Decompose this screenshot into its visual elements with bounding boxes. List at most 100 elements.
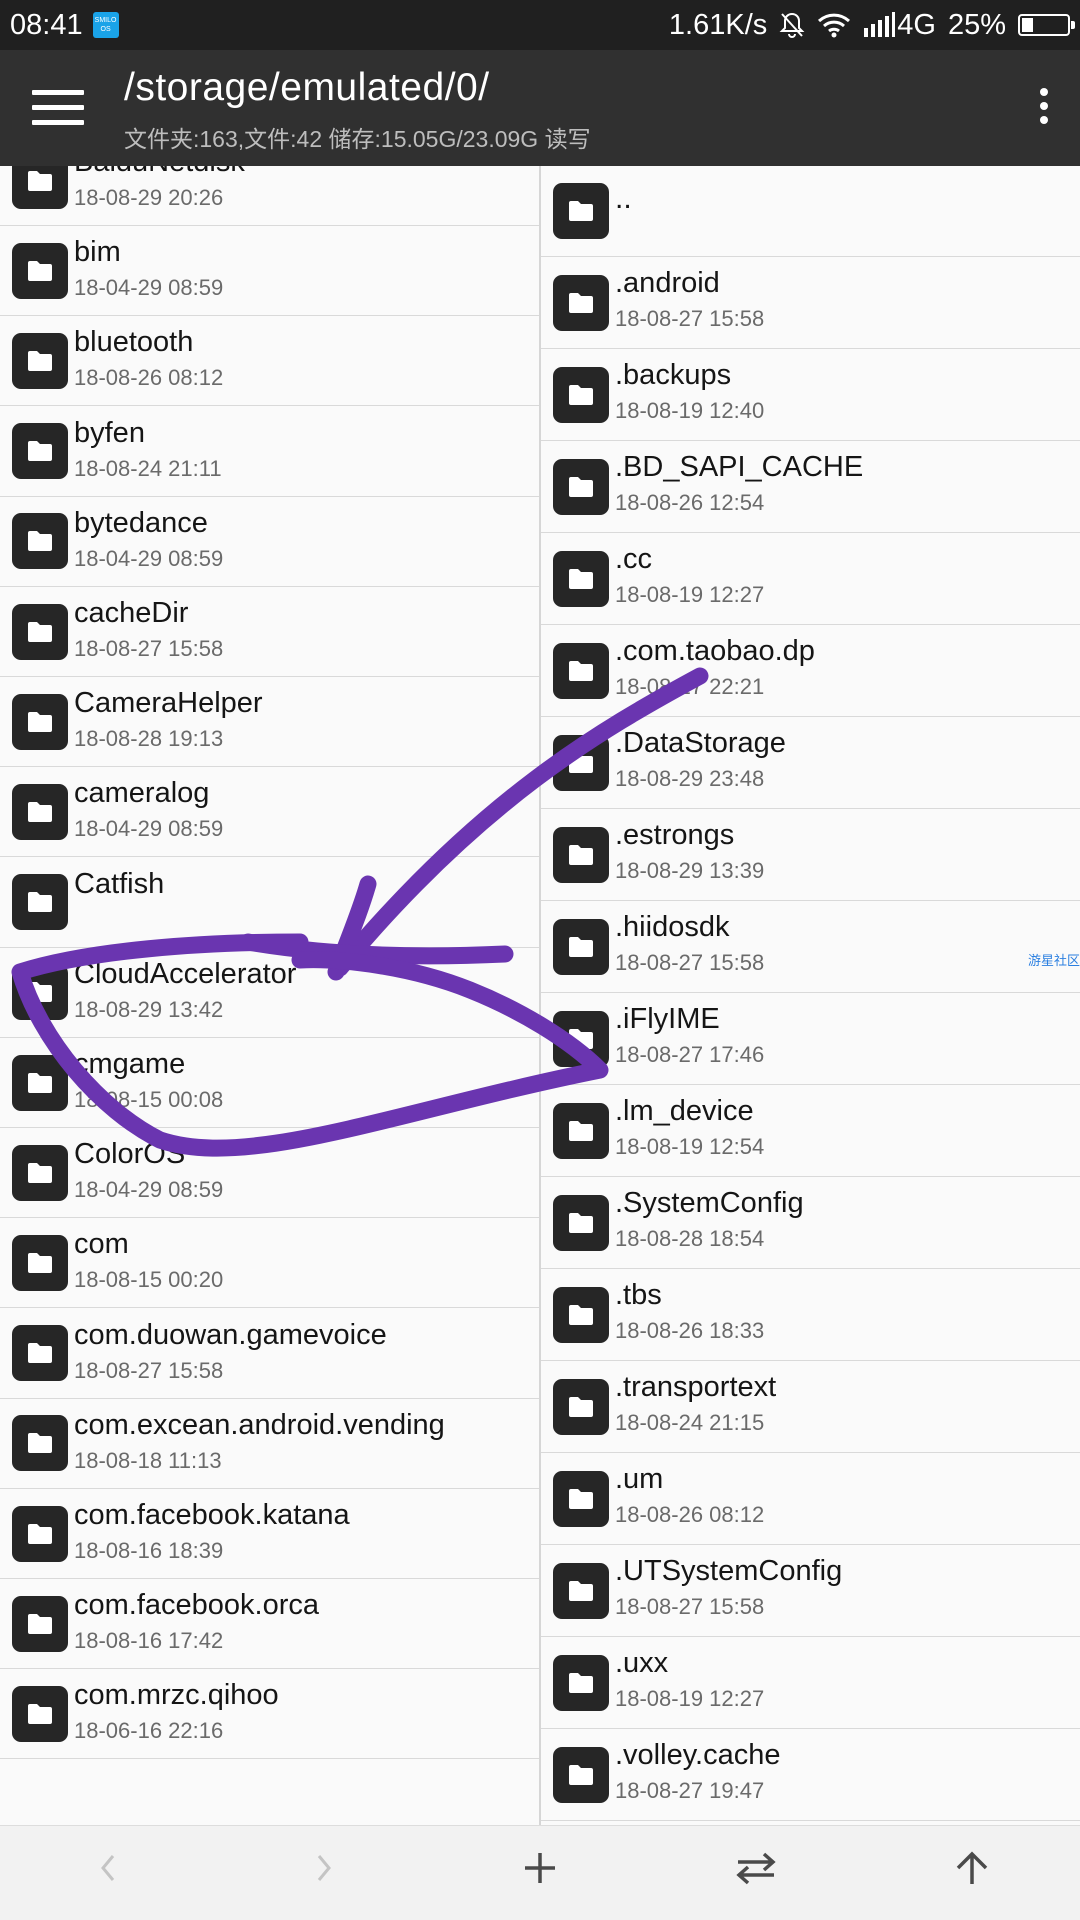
file-list-row[interactable]: .hiidosdk 18-08-27 15:58 <box>541 901 1080 993</box>
file-list-row[interactable]: cmgame 18-08-15 00:08 <box>0 1038 540 1128</box>
folder-name: com.facebook.katana <box>74 1499 350 1531</box>
folder-date: 18-08-24 21:11 <box>74 455 222 481</box>
file-list-row[interactable]: CameraHelper 18-08-28 19:13 <box>0 677 540 768</box>
file-list-row[interactable]: .estrongs 18-08-29 13:39 <box>541 809 1080 901</box>
file-list-row[interactable]: bluetooth 18-08-26 08:12 <box>0 316 540 407</box>
folder-icon <box>12 1234 68 1291</box>
file-list-row[interactable]: com 18-08-15 00:20 <box>0 1218 540 1309</box>
folder-icon <box>553 183 609 239</box>
battery-percent: 25% <box>947 8 1006 41</box>
folder-date: 18-08-28 19:13 <box>74 726 224 752</box>
file-list-row[interactable]: bim 18-04-29 08:59 <box>0 226 540 317</box>
watermark: 游星社区 <box>1028 953 1080 968</box>
file-list-row[interactable]: .lm_device 18-08-19 12:54 <box>541 1085 1080 1177</box>
folder-name: CloudAccelerator <box>74 957 297 990</box>
current-path: /storage/emulated/0/ <box>124 66 490 109</box>
back-arrow-icon[interactable] <box>78 1848 138 1898</box>
folder-icon <box>12 1505 68 1562</box>
mute-bell-icon <box>779 12 805 38</box>
folder-name: .lm_device <box>615 1095 754 1127</box>
folder-date: 18-08-26 08:12 <box>74 365 224 391</box>
file-list-row[interactable]: .volley.cache 18-08-27 19:47 <box>541 1729 1080 1821</box>
file-list-row[interactable]: .um 18-08-26 08:12 <box>541 1453 1080 1545</box>
folder-icon <box>553 366 609 423</box>
file-list-row[interactable]: .SystemConfig 18-08-28 18:54 <box>541 1177 1080 1269</box>
folder-icon <box>553 1194 609 1251</box>
file-list-row[interactable]: com.duowan.gamevoice 18-08-27 15:58 <box>0 1309 540 1399</box>
file-list-row[interactable]: .uxx 18-08-19 12:27 <box>541 1637 1080 1729</box>
swap-icon[interactable] <box>726 1848 786 1898</box>
more-vert-icon[interactable] <box>1034 88 1054 132</box>
file-list-row[interactable]: .cc 18-08-19 12:27 <box>541 533 1080 625</box>
folder-icon <box>553 1562 609 1619</box>
file-list-row[interactable]: .transportext 18-08-24 21:15 <box>541 1361 1080 1453</box>
file-list-row[interactable]: cacheDir 18-08-27 15:58 <box>0 587 540 677</box>
file-list-row[interactable]: BaiduNetdisk 18-08-29 20:26 <box>0 166 540 226</box>
folder-icon <box>12 1415 68 1472</box>
folder-date: 18-08-15 00:20 <box>74 1267 224 1293</box>
file-list-row[interactable]: .backups 18-08-19 12:40 <box>541 349 1080 441</box>
file-list-row[interactable]: .DataStorage 18-08-29 23:48 <box>541 717 1080 809</box>
folder-date: 18-08-19 12:40 <box>615 398 765 423</box>
wifi-icon <box>818 13 851 38</box>
file-list-row[interactable]: ColorOS 18-04-29 08:59 <box>0 1128 540 1219</box>
file-list-row[interactable]: bytedance 18-04-29 08:59 <box>0 497 540 587</box>
folder-date: 18-06-16 22:16 <box>74 1718 224 1744</box>
file-list-row[interactable]: CloudAccelerator 18-08-29 13:42 <box>0 948 540 1038</box>
file-list-row[interactable]: .BD_SAPI_CACHE 18-08-26 12:54 <box>541 441 1080 533</box>
folder-date: 18-08-29 23:48 <box>615 766 765 791</box>
folder-date: 18-08-19 12:27 <box>615 582 765 607</box>
file-list-row[interactable]: com.mrzc.qihoo 18-06-16 22:16 <box>0 1669 540 1760</box>
folder-name: .backups <box>615 359 732 391</box>
folder-name: CameraHelper <box>74 687 263 720</box>
folder-icon <box>12 513 68 570</box>
folder-date: 18-08-27 15:58 <box>615 306 765 331</box>
folder-date: 18-08-27 15:58 <box>615 950 765 975</box>
folder-name: bluetooth <box>74 326 194 359</box>
file-list-row[interactable]: .android 18-08-27 15:58 <box>541 257 1080 349</box>
parent-directory-row[interactable]: .. <box>541 166 1080 257</box>
file-list-row[interactable]: com.facebook.katana 18-08-16 18:39 <box>0 1489 540 1579</box>
add-icon[interactable] <box>510 1848 570 1898</box>
folder-date: 18-08-18 11:13 <box>74 1447 222 1473</box>
folder-name: Catfish <box>74 867 165 900</box>
file-list-row[interactable]: .iFlyIME 18-08-27 17:46 <box>541 993 1080 1085</box>
file-list-row[interactable]: .com.taobao.dp 18-08-27 22:21 <box>541 625 1080 717</box>
folder-icon <box>12 693 68 750</box>
folder-icon <box>12 1325 68 1382</box>
folder-name: .UTSystemConfig <box>615 1555 843 1587</box>
folder-name: ColorOS <box>74 1138 186 1171</box>
folder-icon <box>12 1685 68 1742</box>
file-list-row[interactable]: byfen 18-08-24 21:11 <box>0 407 540 497</box>
folder-date: 18-04-29 08:59 <box>74 545 224 571</box>
folder-icon <box>553 458 609 515</box>
folder-name: .tbs <box>615 1279 662 1311</box>
folder-date: 18-08-15 00:08 <box>74 1087 224 1112</box>
folder-date: 18-08-27 17:46 <box>615 1042 765 1067</box>
menu-icon[interactable] <box>32 90 84 126</box>
folder-name: .hiidosdk <box>615 911 730 943</box>
folder-icon <box>12 1595 68 1652</box>
file-list-row[interactable]: com.excean.android.vending 18-08-18 11:13 <box>0 1399 540 1489</box>
file-list-row[interactable]: .UTSystemConfig 18-08-27 15:58 <box>541 1545 1080 1637</box>
folder-icon <box>12 423 68 480</box>
folder-name: .uxx <box>615 1647 669 1679</box>
forward-arrow-icon[interactable] <box>294 1848 354 1898</box>
folder-name: .um <box>615 1463 664 1495</box>
file-list-row[interactable]: com.facebook.orca 18-08-16 17:42 <box>0 1579 540 1670</box>
folder-date: 18-04-29 08:59 <box>74 1177 224 1203</box>
folder-name: .android <box>615 267 720 299</box>
folder-name: com.excean.android.vending <box>74 1408 445 1441</box>
file-list-row[interactable]: cameralog 18-04-29 08:59 <box>0 767 540 858</box>
folder-name: com <box>74 1228 129 1261</box>
file-list-row[interactable]: Catfish <box>0 858 540 948</box>
folder-name: cmgame <box>74 1048 186 1080</box>
up-arrow-icon[interactable] <box>942 1848 1002 1898</box>
file-list-row[interactable]: .tbs 18-08-26 18:33 <box>541 1269 1080 1361</box>
folder-name: cacheDir <box>74 597 189 629</box>
folder-date: 18-08-26 18:33 <box>615 1318 765 1343</box>
folder-icon <box>12 1144 68 1201</box>
battery-icon <box>1018 14 1075 36</box>
folder-name: .cc <box>615 543 653 575</box>
folder-date: 18-04-29 08:59 <box>74 275 224 301</box>
